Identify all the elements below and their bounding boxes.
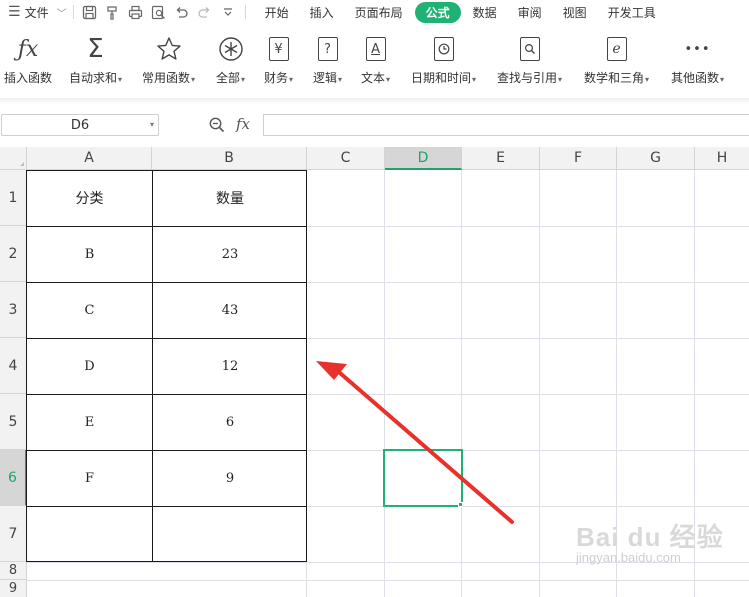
lookup-functions-button[interactable]: 查找与引用▾ [497, 34, 562, 86]
math-functions-button[interactable]: e 数学和三角▾ [584, 34, 649, 86]
spreadsheet-grid: A B C D E F G H 1 2 3 4 5 6 7 8 9 分类 数量 … [0, 147, 749, 597]
tab-page-layout[interactable]: 页面布局 [346, 2, 412, 23]
formula-input[interactable] [263, 114, 749, 136]
format-painter-icon[interactable] [103, 2, 123, 22]
print-preview-icon[interactable] [149, 2, 169, 22]
hamburger-menu-icon: ☰ [8, 4, 21, 20]
insert-function-button[interactable]: ƒx 插入函数 [4, 34, 52, 86]
dropdown-arrow-icon: ▾ [472, 75, 477, 84]
annotation-arrow [316, 361, 514, 524]
other-functions-button[interactable]: ••• 其他函数▾ [671, 34, 724, 86]
menu-separator [244, 5, 246, 19]
menu-separator [72, 5, 74, 19]
tab-home[interactable]: 开始 [256, 2, 298, 23]
dropdown-arrow-icon: ▾ [191, 75, 196, 84]
sigma-icon: Σ [87, 34, 104, 64]
ribbon-divider [0, 98, 749, 104]
insert-function-label: 插入函数 [4, 71, 53, 85]
save-icon[interactable] [80, 2, 100, 22]
undo-icon[interactable] [172, 2, 192, 22]
dropdown-arrow-icon: ▾ [289, 75, 294, 84]
name-box[interactable]: D6 ▾ [1, 114, 159, 136]
finance-functions-button[interactable]: ¥ 财务▾ [264, 34, 293, 86]
math-label: 数学和三角 [584, 71, 645, 85]
lookup-label: 查找与引用 [497, 71, 558, 85]
dropdown-arrow-icon: ▾ [558, 75, 563, 84]
zoom-formula-icon[interactable] [208, 116, 226, 138]
more-dots-icon: ••• [684, 41, 711, 57]
name-box-dropdown-icon[interactable]: ▾ [150, 120, 154, 129]
all-functions-label: 全部 [216, 71, 241, 85]
dropdown-arrow-icon: ▾ [386, 75, 391, 84]
customize-dropdown-icon[interactable] [218, 2, 238, 22]
tab-review[interactable]: 审阅 [509, 2, 551, 23]
dropdown-arrow-icon: ▾ [118, 75, 123, 84]
all-functions-button[interactable]: 全部▾ [216, 34, 245, 86]
text-label: 文本 [361, 71, 386, 85]
common-functions-label: 常用函数 [142, 71, 191, 85]
asterisk-circle-icon [218, 34, 244, 64]
clock-book-icon [433, 34, 454, 64]
name-box-value: D6 [70, 117, 90, 133]
tab-data[interactable]: 数据 [464, 2, 506, 23]
menu-bar: ☰ 文件 ﹀ 开始 插入 页面布局 公式 数据 审阅 视图 开发工具 [0, 0, 749, 24]
star-icon [156, 34, 182, 64]
logic-functions-button[interactable]: ? 逻辑▾ [313, 34, 342, 86]
dropdown-arrow-icon: ▾ [645, 75, 650, 84]
finance-label: 财务 [264, 71, 289, 85]
tab-view[interactable]: 视图 [554, 2, 596, 23]
autosum-button[interactable]: Σ 自动求和▾ [69, 34, 122, 86]
tab-insert[interactable]: 插入 [301, 2, 343, 23]
file-menu[interactable]: ☰ 文件 ﹀ [8, 4, 67, 21]
chevron-down-icon: ﹀ [56, 8, 67, 20]
text-functions-button[interactable]: A 文本▾ [361, 34, 390, 86]
formulas-ribbon: ƒx 插入函数 Σ 自动求和▾ 常用函数▾ 全部▾ ¥ 财务▾ ? 逻辑▾ A … [0, 28, 749, 98]
other-functions-label: 其他函数 [671, 71, 720, 85]
logic-book-icon: ? [317, 34, 338, 64]
file-menu-label: 文件 [24, 5, 49, 20]
lookup-book-icon [519, 34, 540, 64]
dropdown-arrow-icon: ▾ [241, 75, 246, 84]
autosum-label: 自动求和 [69, 71, 118, 85]
datetime-functions-button[interactable]: 日期和时间▾ [411, 34, 476, 86]
tab-developer[interactable]: 开发工具 [599, 2, 665, 23]
math-book-icon: e [606, 34, 627, 64]
logic-label: 逻辑 [313, 71, 338, 85]
datetime-label: 日期和时间 [411, 71, 472, 85]
dropdown-arrow-icon: ▾ [338, 75, 343, 84]
text-book-icon: A [365, 34, 386, 64]
formula-bar: D6 ▾ fx [0, 110, 749, 142]
dropdown-arrow-icon: ▾ [720, 75, 725, 84]
insert-function-fx-button[interactable]: fx [236, 115, 250, 133]
fx-icon: ƒx [17, 36, 39, 62]
print-icon[interactable] [126, 2, 146, 22]
common-functions-button[interactable]: 常用函数▾ [142, 34, 195, 86]
tab-formulas[interactable]: 公式 [414, 1, 461, 23]
redo-icon[interactable] [195, 2, 215, 22]
finance-book-icon: ¥ [268, 34, 289, 64]
